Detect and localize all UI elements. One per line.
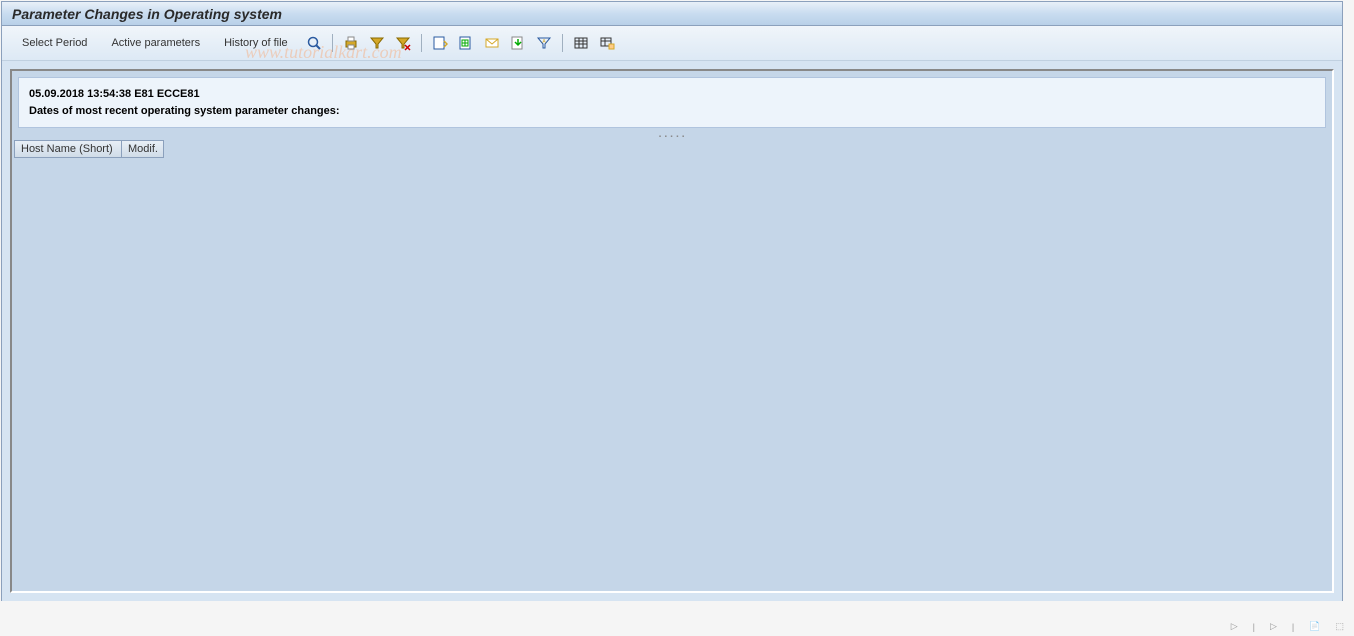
- separator: [332, 34, 333, 52]
- title-bar: Parameter Changes in Operating system: [2, 2, 1342, 26]
- abc-analysis-icon[interactable]: A: [533, 32, 555, 54]
- status-bar: ▷ | ▷ | 📄 ⬚: [1231, 621, 1344, 632]
- separator: [562, 34, 563, 52]
- column-modif[interactable]: Modif.: [122, 140, 164, 158]
- status-item: |: [1253, 622, 1255, 632]
- status-item: 📄: [1309, 621, 1320, 632]
- info-line2: Dates of most recent operating system pa…: [29, 103, 1315, 120]
- details-icon[interactable]: [303, 32, 325, 54]
- content-area: 05.09.2018 13:54:38 E81 ECCE81 Dates of …: [2, 61, 1342, 601]
- table-header: Host Name (Short) Modif.: [12, 140, 1332, 158]
- inner-panel: 05.09.2018 13:54:38 E81 ECCE81 Dates of …: [10, 69, 1334, 593]
- export-excel-icon[interactable]: [455, 32, 477, 54]
- history-of-file-button[interactable]: History of file: [214, 33, 298, 53]
- page-title: Parameter Changes in Operating system: [12, 6, 282, 22]
- app-window: Parameter Changes in Operating system Se…: [1, 1, 1343, 601]
- info-line1: 05.09.2018 13:54:38 E81 ECCE81: [29, 86, 1315, 103]
- column-host-name[interactable]: Host Name (Short): [14, 140, 122, 158]
- active-parameters-button[interactable]: Active parameters: [101, 33, 210, 53]
- print-icon[interactable]: [340, 32, 362, 54]
- separator: [421, 34, 422, 52]
- status-item: ▷: [1270, 621, 1277, 632]
- toolbar: Select Period Active parameters History …: [2, 30, 1342, 56]
- filter-delete-icon[interactable]: [392, 32, 414, 54]
- toolbar-area: Select Period Active parameters History …: [2, 26, 1342, 61]
- svg-text:A: A: [542, 39, 546, 45]
- mail-icon[interactable]: [481, 32, 503, 54]
- filter-icon[interactable]: [366, 32, 388, 54]
- export-word-icon[interactable]: [429, 32, 451, 54]
- status-item: ▷: [1231, 621, 1238, 632]
- status-item: ⬚: [1335, 621, 1344, 632]
- select-layout-icon[interactable]: [596, 32, 618, 54]
- layout-icon[interactable]: [570, 32, 592, 54]
- select-period-button[interactable]: Select Period: [12, 33, 97, 53]
- local-file-icon[interactable]: [507, 32, 529, 54]
- info-box: 05.09.2018 13:54:38 E81 ECCE81 Dates of …: [18, 77, 1326, 128]
- status-item: |: [1292, 622, 1294, 632]
